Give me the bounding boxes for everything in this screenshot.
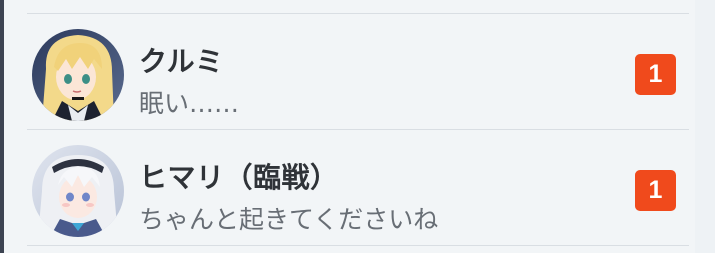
chat-list: クルミ 眠い…… 1 ヒマリ（臨戦） ちゃんと起きてくださいね 1 — [27, 0, 689, 253]
right-panel-edge — [695, 0, 715, 253]
chat-name: ヒマリ（臨戦） — [139, 161, 339, 194]
chat-last-message: ちゃんと起きてくださいね — [139, 205, 439, 234]
unread-badge: 1 — [635, 54, 676, 95]
chat-list-panel: クルミ 眠い…… 1 ヒマリ（臨戦） ちゃんと起きてくださいね 1 — [0, 0, 715, 253]
divider — [27, 245, 689, 246]
chat-row-himari[interactable]: ヒマリ（臨戦） ちゃんと起きてくださいね 1 — [27, 130, 689, 244]
chat-name: クルミ — [139, 45, 224, 78]
blonde-girl-avatar-icon — [32, 29, 124, 121]
left-panel-edge — [0, 0, 4, 253]
silver-hair-girl-avatar-icon — [32, 145, 124, 237]
chat-last-message: 眠い…… — [139, 89, 240, 118]
unread-badge: 1 — [635, 170, 676, 211]
chat-row-kurumi[interactable]: クルミ 眠い…… 1 — [27, 14, 689, 128]
